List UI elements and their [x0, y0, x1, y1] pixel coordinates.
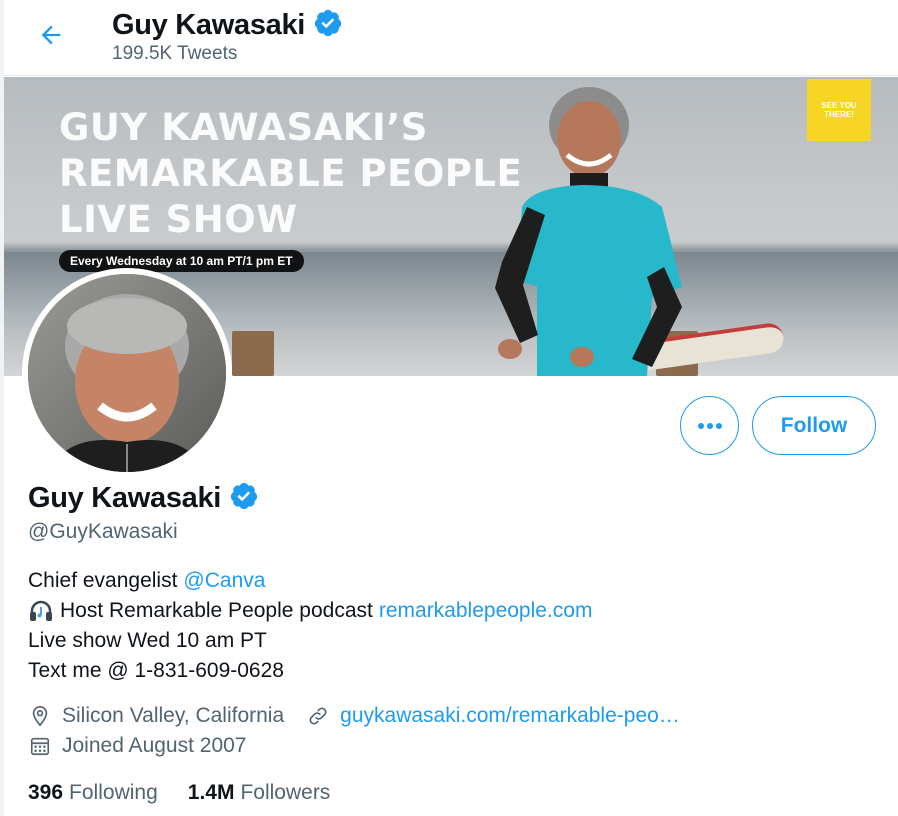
- calendar-icon: [28, 734, 52, 758]
- banner-sticker-line: THERE!: [824, 110, 854, 119]
- profile-location: Silicon Valley, California: [62, 704, 285, 727]
- banner-title: GUY KAWASAKI’S REMARKABLE PEOPLE LIVE SH…: [59, 105, 522, 243]
- banner-sticker: SEE YOU THERE!: [807, 79, 871, 141]
- followers-stat[interactable]: 1.4M Followers: [188, 781, 331, 805]
- following-count: 396: [28, 781, 64, 804]
- profile-stats: 396 Following 1.4M Followers: [28, 781, 330, 805]
- followers-label: Followers: [240, 781, 331, 804]
- profile-header: Guy Kawasaki 199.5K Tweets: [4, 0, 898, 76]
- profile-meta-row: Silicon Valley, California guykawasaki.c…: [28, 704, 680, 728]
- more-options-button[interactable]: [680, 396, 739, 455]
- banner-person-illustration: [495, 87, 682, 376]
- banner-title-line: REMARKABLE PEOPLE: [59, 152, 523, 195]
- bio-line: Live show Wed 10 am PT: [28, 629, 267, 652]
- canva-mention-link[interactable]: @Canva: [183, 566, 265, 596]
- bio-text: Host Remarkable People podcast: [60, 599, 373, 622]
- avatar-photo: [28, 274, 226, 472]
- bio-line: Text me @ 1-831-609-0628: [28, 659, 284, 682]
- banner-sticker-line: SEE YOU: [821, 101, 857, 110]
- banner-title-line: LIVE SHOW: [59, 198, 298, 241]
- banner-schedule-pill: Every Wednesday at 10 am PT/1 pm ET: [59, 250, 304, 272]
- tweet-count: 199.5K Tweets: [112, 43, 238, 64]
- link-icon: [306, 704, 330, 728]
- verified-badge-icon: [229, 481, 259, 516]
- profile-joined-date: Joined August 2007: [62, 734, 247, 757]
- profile-handle: @GuyKawasaki: [28, 520, 178, 543]
- banner-title-line: GUY KAWASAKI’S: [59, 106, 428, 149]
- headphones-emoji-icon: [28, 598, 54, 624]
- avatar[interactable]: [22, 268, 232, 478]
- following-label: Following: [69, 781, 158, 804]
- follow-button[interactable]: Follow: [752, 396, 876, 455]
- location-pin-icon: [28, 704, 52, 728]
- bio-text: Chief evangelist: [28, 569, 178, 592]
- following-stat[interactable]: 396 Following: [28, 781, 158, 805]
- banner-wooden-post: [232, 331, 274, 376]
- profile-name-row: Guy Kawasaki: [28, 481, 259, 516]
- podcast-website-link[interactable]: remarkablepeople.com: [379, 596, 593, 626]
- profile-name: Guy Kawasaki: [28, 482, 222, 514]
- profile-joined-row: Joined August 2007: [28, 734, 247, 758]
- header-name: Guy Kawasaki: [112, 9, 306, 41]
- more-horizontal-icon: [697, 417, 723, 435]
- profile-website-link[interactable]: guykawasaki.com/remarkable-peo…: [340, 704, 680, 728]
- arrow-left-icon: [37, 21, 65, 54]
- followers-count: 1.4M: [187, 781, 235, 804]
- header-name-row: Guy Kawasaki: [112, 8, 343, 43]
- back-button[interactable]: [30, 16, 72, 58]
- bio-line: Host Remarkable People podcast remarkabl…: [28, 596, 592, 626]
- profile-bio: Chief evangelist @Canva Host Remarkable …: [28, 566, 592, 686]
- bio-line: Chief evangelist @Canva: [28, 566, 592, 596]
- verified-badge-icon: [313, 8, 343, 43]
